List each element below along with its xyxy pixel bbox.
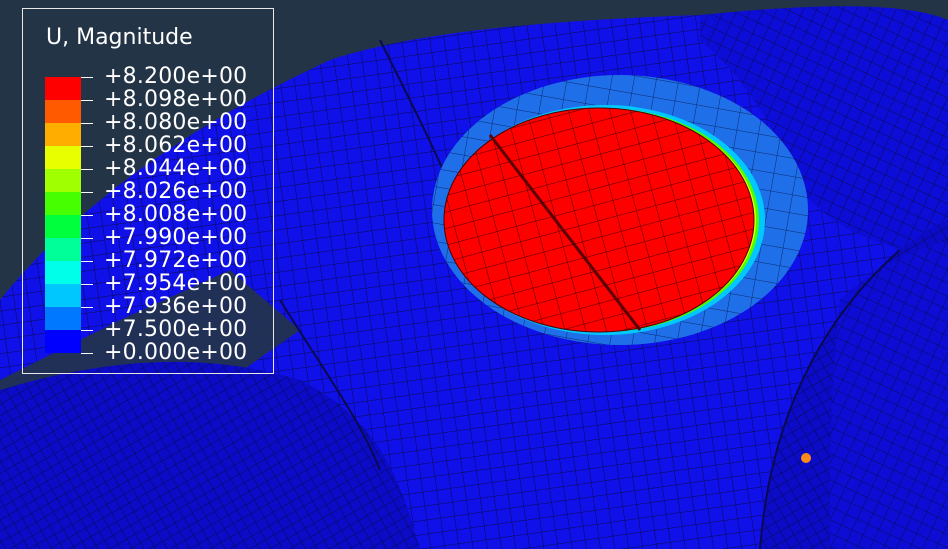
legend-value-label: +8.008e+00 [104,202,248,227]
legend-tick [81,100,93,101]
legend-value-label: +8.080e+00 [104,110,248,135]
legend-swatch [45,238,81,261]
legend-value-label: +8.044e+00 [104,156,248,181]
legend-swatch [45,261,81,284]
legend-swatch [45,307,81,330]
legend-swatch [45,77,81,100]
legend-swatch [45,284,81,307]
legend-value-label: +7.936e+00 [104,294,248,319]
legend-tick [81,307,93,308]
legend-swatch [45,169,81,192]
legend-tick [81,123,93,124]
legend-value-label: +8.200e+00 [104,64,248,89]
legend-tick [81,215,93,216]
legend-swatch [45,100,81,123]
legend-tick [81,77,93,78]
legend-tick [81,238,93,239]
legend-swatch [45,330,81,353]
probe-point-marker[interactable] [801,453,811,463]
legend-swatch [45,123,81,146]
legend-value-label: +7.954e+00 [104,271,248,296]
legend-value-label: +7.500e+00 [104,317,248,342]
legend-value-label: +8.098e+00 [104,87,248,112]
displaced-disc [443,107,755,333]
legend-value-label: +8.026e+00 [104,179,248,204]
legend-value-label: +0.000e+00 [104,340,248,365]
legend-title: U, Magnitude [46,25,193,50]
legend-tick [81,169,93,170]
legend-swatch [45,215,81,238]
legend-value-label: +8.062e+00 [104,133,248,158]
legend-tick [81,353,93,354]
legend-value-label: +7.972e+00 [104,248,248,273]
legend-value-label: +7.990e+00 [104,225,248,250]
legend-tick [81,261,93,262]
legend-tick [81,284,93,285]
legend-tick [81,192,93,193]
legend-tick [81,146,93,147]
legend-tick [81,330,93,331]
model-viewport[interactable]: U, Magnitude +8.200e+00 +8.098e+00 +8.080e… [0,0,948,549]
legend-swatch [45,192,81,215]
legend-swatch [45,146,81,169]
